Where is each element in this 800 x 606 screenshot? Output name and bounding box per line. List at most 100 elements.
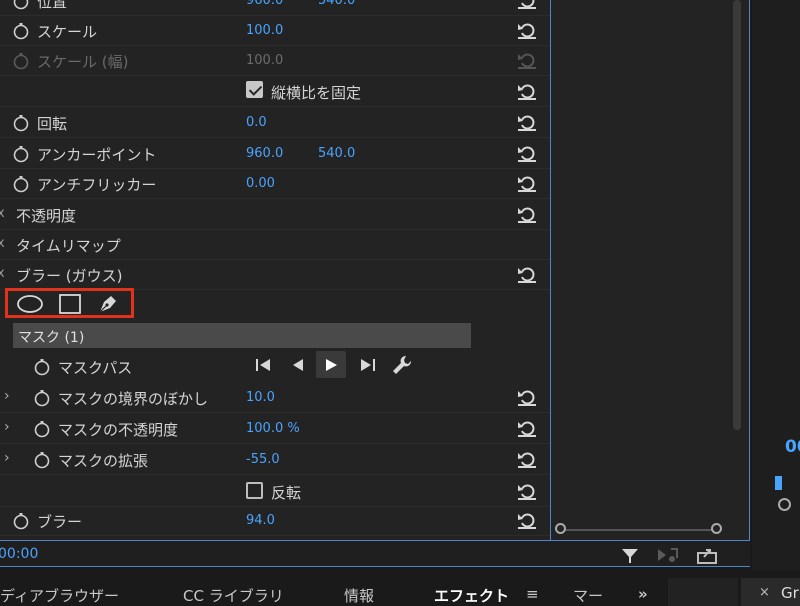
stopwatch-icon[interactable] (12, 0, 30, 10)
reset-icon[interactable] (516, 387, 538, 407)
rectangle-mask-icon[interactable] (58, 294, 82, 314)
row-position: 位置 960.0 540.0 (0, 0, 550, 16)
zoom-scrollbar[interactable] (555, 520, 735, 540)
export-icon[interactable] (696, 545, 718, 565)
row-blurriness: ブラー 94.0 (0, 505, 550, 536)
track-forward-all-icon[interactable] (355, 353, 379, 377)
zoom-track (563, 529, 721, 531)
stopwatch-icon[interactable] (33, 420, 51, 438)
checkbox-label: 反転 (271, 484, 302, 502)
row-gaussian-blur[interactable]: x ブラー (ガウス) (0, 259, 550, 290)
value-x[interactable]: 960.0 (246, 0, 283, 8)
fx-prefix[interactable]: x (0, 266, 5, 281)
value[interactable]: 100.0 (246, 23, 283, 38)
value[interactable]: 100.0 % (246, 421, 300, 436)
value-y[interactable]: 540.0 (318, 0, 355, 8)
filter-icon[interactable] (620, 546, 640, 566)
reset-icon[interactable] (516, 264, 538, 284)
row-label: アンカーポイント (37, 146, 157, 164)
row-inverted: 反転 (0, 476, 550, 507)
chevron-right-icon[interactable]: › (4, 419, 10, 435)
playhead[interactable] (775, 476, 782, 490)
value[interactable]: 10.0 (246, 390, 275, 405)
track-forward-one-icon[interactable] (319, 353, 343, 377)
reset-icon (518, 53, 536, 69)
inverted-checkbox[interactable] (246, 482, 263, 499)
zoom-handle-left[interactable] (555, 523, 566, 534)
reset-icon[interactable] (516, 0, 538, 10)
row-time-remap[interactable]: x タイムリマップ (0, 229, 550, 260)
chevron-right-icon[interactable]: › (4, 450, 10, 466)
close-icon[interactable]: × (759, 585, 770, 600)
reset-icon[interactable] (516, 481, 538, 501)
pen-mask-icon[interactable] (96, 292, 120, 316)
value[interactable]: 0.0 (246, 115, 267, 130)
value: 100.0 (246, 53, 284, 68)
row-label: スケール (幅) (37, 53, 129, 71)
bottom-panel-tabs: ディアブラウザー CC ライブラリ 情報 エフェクト ≡ マー » × Gr (0, 578, 800, 606)
stopwatch-icon[interactable] (12, 114, 30, 132)
reset-icon[interactable] (516, 143, 538, 163)
reset-icon[interactable] (516, 418, 538, 438)
tab-media-browser[interactable]: ディアブラウザー (0, 585, 119, 606)
wrench-icon[interactable] (390, 353, 414, 377)
row-label: 回転 (37, 115, 68, 133)
reset-icon[interactable] (516, 449, 538, 469)
tab-cc-libraries[interactable]: CC ライブラリ (183, 585, 284, 606)
graphics-tab-label: Gr (781, 584, 799, 602)
program-monitor-partial: 00 (752, 0, 800, 570)
vertical-scrollbar[interactable] (733, 0, 741, 430)
graphics-tab[interactable]: × Gr (741, 578, 800, 606)
tab-menu-icon[interactable]: ≡ (526, 585, 539, 603)
track-backward-all-icon[interactable] (252, 353, 276, 377)
tab-overflow-icon[interactable]: » (638, 585, 648, 603)
reset-icon[interactable] (516, 20, 538, 40)
reset-icon[interactable] (516, 81, 538, 101)
tab-info[interactable]: 情報 (344, 585, 374, 606)
row-opacity[interactable]: x 不透明度 (0, 199, 550, 230)
stopwatch-icon (13, 53, 29, 70)
effect-timeline-area[interactable] (550, 0, 750, 540)
scroll-handle[interactable] (778, 498, 791, 511)
reset-icon[interactable] (516, 173, 538, 193)
tab-gap (668, 578, 738, 606)
ellipse-mask-icon[interactable] (16, 294, 44, 314)
tab-markers[interactable]: マー (573, 585, 603, 606)
value[interactable]: 0.00 (246, 176, 275, 191)
checkbox-label: 縦横比を固定 (271, 84, 362, 102)
stopwatch-icon[interactable] (12, 22, 30, 40)
value[interactable]: 94.0 (246, 513, 275, 528)
track-backward-one-icon[interactable] (286, 353, 310, 377)
row-uniform-scale: 縦横比を固定 (0, 76, 550, 107)
play-audio-icon[interactable] (656, 546, 680, 564)
row-label: マスクの拡張 (58, 452, 149, 470)
row-scale-width: スケール (幅) 100.0 (0, 45, 550, 76)
zoom-handle-right[interactable] (711, 523, 722, 534)
stopwatch-icon[interactable] (33, 451, 51, 469)
fx-prefix[interactable]: x (0, 206, 5, 221)
reset-icon[interactable] (516, 510, 538, 530)
stopwatch-icon[interactable] (33, 358, 51, 376)
value-y[interactable]: 540.0 (318, 146, 355, 161)
row-antiflicker: アンチフリッカー 0.00 (0, 168, 550, 199)
stopwatch-icon[interactable] (12, 175, 30, 193)
value-x[interactable]: 960.0 (246, 146, 283, 161)
row-label: 不透明度 (16, 207, 77, 225)
stopwatch-icon[interactable] (12, 145, 30, 163)
row-label: ブラー (ガウス) (16, 267, 123, 285)
value[interactable]: -55.0 (246, 452, 280, 467)
stopwatch-icon[interactable] (12, 512, 30, 530)
track-forward-button-bg[interactable] (316, 351, 346, 378)
tab-effects[interactable]: エフェクト (434, 585, 509, 606)
fx-prefix[interactable]: x (0, 236, 5, 251)
program-timecode[interactable]: 00 (785, 437, 800, 457)
reset-icon[interactable] (516, 112, 538, 132)
stopwatch-icon[interactable] (33, 389, 51, 407)
chevron-right-icon[interactable]: › (4, 388, 10, 404)
mask-header[interactable]: マスク (1) (13, 323, 471, 348)
row-label: アンチフリッカー (37, 176, 157, 194)
timecode[interactable]: 00:00 (0, 546, 38, 562)
row-rotation: 回転 0.0 (0, 107, 550, 138)
uniform-scale-checkbox[interactable] (246, 81, 263, 98)
reset-icon[interactable] (516, 204, 538, 224)
